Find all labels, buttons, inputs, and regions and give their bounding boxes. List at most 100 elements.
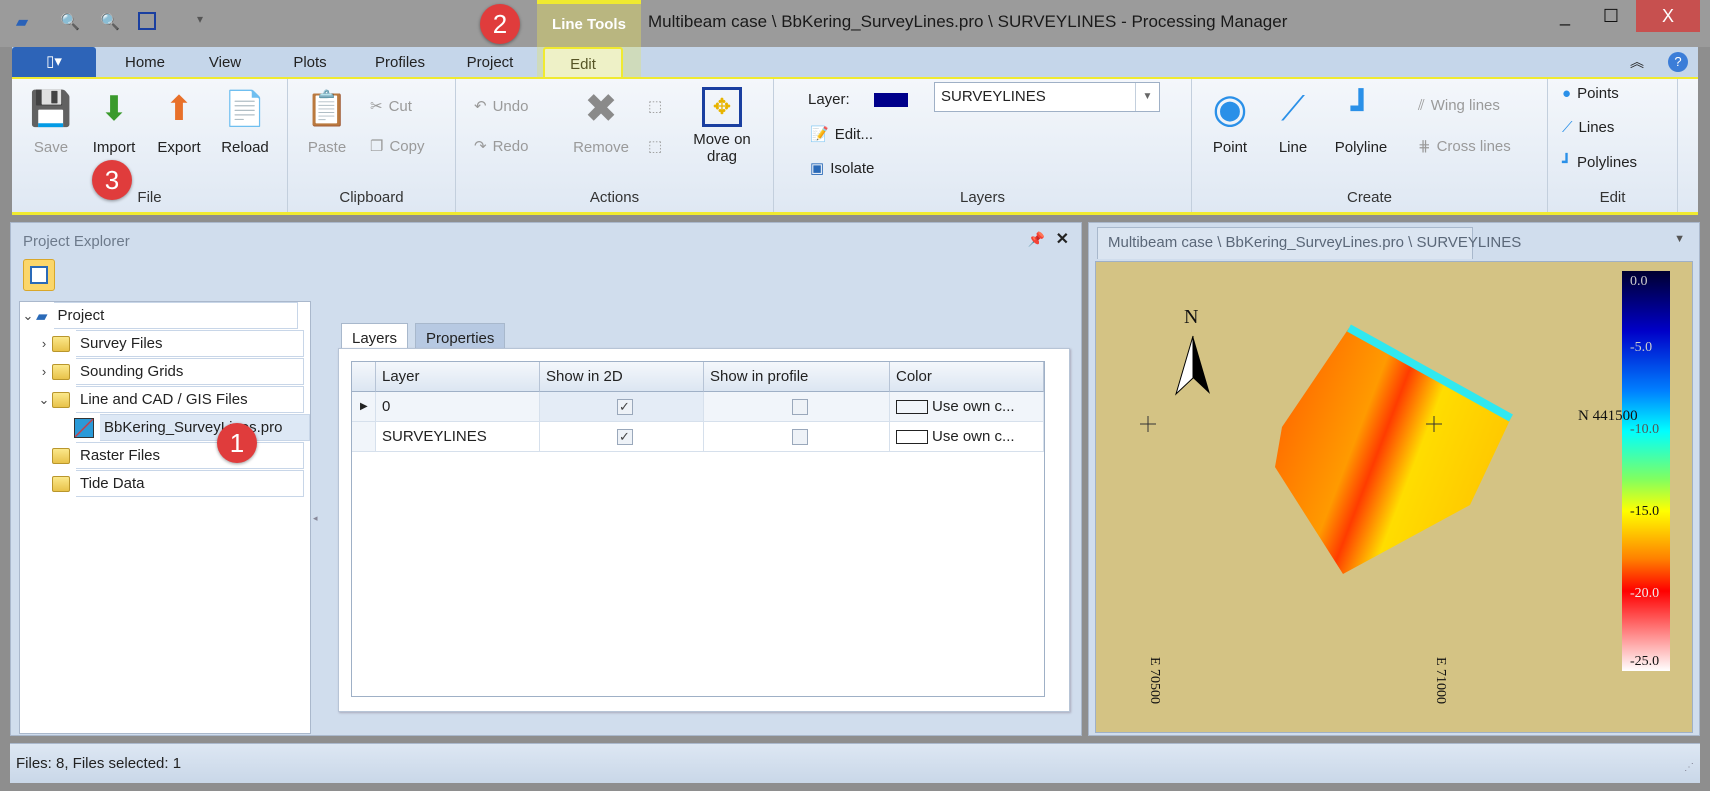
tree-item-sounding-grids[interactable]: › Sounding Grids <box>36 358 304 385</box>
customize-toolbar-icon[interactable]: ▾ <box>190 12 210 32</box>
cell-layer[interactable]: 0 <box>376 392 540 422</box>
minimize-button[interactable]: _ <box>1542 0 1588 32</box>
row-selector-icon[interactable]: ▶ <box>352 392 376 422</box>
edit-lines-button[interactable]: ⟋ Lines <box>1562 119 1614 136</box>
tab-home[interactable]: Home <box>105 47 185 77</box>
move-on-drag-button[interactable]: ✥ Move on drag <box>682 87 762 165</box>
show-2d-checkbox[interactable]: ✓ <box>616 399 633 416</box>
survey-coverage <box>1275 328 1511 574</box>
zoom-extent-icon[interactable] <box>138 12 156 30</box>
cross-lines-button[interactable]: ⋕ Cross lines <box>1418 137 1511 156</box>
chevron-down-icon[interactable]: ▼ <box>1135 83 1159 111</box>
collapse-icon[interactable]: ⌄ <box>36 392 52 408</box>
folder-icon <box>52 447 70 464</box>
reload-button[interactable]: 📄 Reload <box>216 87 274 156</box>
colorbar-tick: -25.0 <box>1630 654 1660 669</box>
show-2d-checkbox[interactable]: ✓ <box>616 429 633 446</box>
document-list-chevron-icon[interactable]: ▼ <box>1674 233 1685 245</box>
redo-icon: ↷ <box>474 138 487 155</box>
map-view[interactable]: N N 441500 E 70500 E 71000 0.0 -5.0 -10.… <box>1095 261 1693 733</box>
isolate-button[interactable]: ▣ Isolate <box>810 159 874 178</box>
expand-icon[interactable]: › <box>36 364 52 379</box>
colorbar-tick: -15.0 <box>1630 504 1660 519</box>
resize-grip-icon[interactable]: ⋰ <box>1684 762 1694 773</box>
pin-icon[interactable]: 📌 <box>1028 231 1045 248</box>
show-profile-checkbox[interactable] <box>791 399 808 416</box>
tree-item-surveylines-file[interactable]: BbKering_SurveyLines.pro <box>74 414 310 441</box>
edit-polylines-button[interactable]: ┛ Polylines <box>1562 153 1637 172</box>
polyline-button[interactable]: ┛ Polyline <box>1326 87 1396 156</box>
layer-color-swatch[interactable] <box>873 92 908 107</box>
context-tab-line-tools: Line Tools <box>537 0 641 47</box>
cut-button[interactable]: ✂ Cut <box>370 97 412 116</box>
paste-button[interactable]: 📋 Paste <box>302 87 352 156</box>
tree-item-survey-files[interactable]: › Survey Files <box>36 330 304 357</box>
map-document-tab[interactable]: Multibeam case \ BbKering_SurveyLines.pr… <box>1097 227 1521 259</box>
tab-project[interactable]: Project <box>450 47 530 77</box>
cell-color[interactable]: Use own c... <box>890 392 1044 422</box>
tree-item-line-cad-gis[interactable]: ⌄ Line and CAD / GIS Files <box>36 386 304 413</box>
tab-profiles[interactable]: Profiles <box>360 47 440 77</box>
annotation-badge-1: 1 <box>217 423 257 463</box>
color-swatch <box>896 400 928 415</box>
application-menu-button[interactable]: ▯▾ <box>12 47 96 77</box>
copy-icon: ❐ <box>370 138 384 155</box>
close-button[interactable]: X <box>1636 0 1700 32</box>
row-selector[interactable] <box>352 422 376 452</box>
cell-layer[interactable]: SURVEYLINES <box>376 422 540 452</box>
group-label-create: Create <box>1346 189 1393 206</box>
line-button[interactable]: ⟋ Line <box>1268 87 1318 157</box>
column-show-profile[interactable]: Show in profile <box>704 362 890 392</box>
wing-lines-button[interactable]: ⫽ Wing lines <box>1418 97 1500 114</box>
show-profile-checkbox[interactable] <box>791 429 808 446</box>
wing-lines-icon: ⫽ <box>1418 97 1425 114</box>
column-show-2d[interactable]: Show in 2D <box>540 362 704 392</box>
line-icon: ⟋ <box>1281 89 1305 128</box>
splitter-handle[interactable]: ◂ <box>313 513 318 524</box>
zoom-out-icon[interactable]: 🔍 <box>100 12 120 32</box>
column-layer[interactable]: Layer <box>376 362 540 392</box>
tab-plots[interactable]: Plots <box>275 47 345 77</box>
redo-button[interactable]: ↷ Redo <box>474 137 528 156</box>
undo-button[interactable]: ↶ Undo <box>474 97 528 116</box>
close-panel-icon[interactable]: ✕ <box>1056 229 1069 249</box>
help-icon[interactable]: ? <box>1668 52 1688 72</box>
tab-view[interactable]: View <box>190 47 260 77</box>
edit-layer-button[interactable]: 📝 Edit... <box>810 125 873 144</box>
collapse-ribbon-icon[interactable]: ︽ <box>1630 52 1644 72</box>
tree-item-raster-files[interactable]: Raster Files <box>52 442 304 469</box>
explorer-view-toggle[interactable] <box>23 259 55 291</box>
folder-icon <box>52 391 70 408</box>
layer-select[interactable]: SURVEYLINES ▼ <box>934 82 1160 112</box>
tree-item-project[interactable]: ⌄ ▰ Project <box>20 302 298 329</box>
reload-icon: 📄 <box>223 90 267 128</box>
group-label-clipboard: Clipboard <box>339 189 404 206</box>
colorbar-tick: -20.0 <box>1630 586 1660 601</box>
edit-points-button[interactable]: ● Points <box>1562 85 1619 102</box>
save-button[interactable]: 💾 Save <box>26 87 76 156</box>
export-button[interactable]: ⬆ Export <box>150 87 208 156</box>
select-icon[interactable]: ⬚ <box>648 97 662 115</box>
point-button[interactable]: ◉ Point <box>1202 87 1258 156</box>
remove-button[interactable]: ✖ Remove <box>568 87 634 156</box>
save-icon: 💾 <box>29 90 73 128</box>
deselect-icon[interactable]: ⬚ <box>648 137 662 155</box>
panel-title: Project Explorer <box>23 233 130 250</box>
import-button[interactable]: ⬇ Import <box>86 87 142 156</box>
zoom-in-icon[interactable]: 🔍 <box>60 12 80 32</box>
cell-color[interactable]: Use own c... <box>890 422 1044 452</box>
cell-show-profile[interactable] <box>704 392 890 422</box>
column-color[interactable]: Color <box>890 362 1044 392</box>
ribbon: 💾 Save ⬇ Import ⬆ Export 📄 Reload File 📋 Past… <box>12 77 1698 215</box>
collapse-icon[interactable]: ⌄ <box>20 308 36 324</box>
project-icon: ▰ <box>36 307 48 325</box>
copy-button[interactable]: ❐ Copy <box>370 137 424 156</box>
group-file: 💾 Save ⬇ Import ⬆ Export 📄 Reload File <box>12 79 288 212</box>
cell-show-2d[interactable]: ✓ <box>540 392 704 422</box>
easting-label-2: E 71000 <box>1433 657 1448 705</box>
maximize-button[interactable]: ☐ <box>1588 0 1634 32</box>
cell-show-profile[interactable] <box>704 422 890 452</box>
tree-item-tide-data[interactable]: Tide Data <box>52 470 304 497</box>
expand-icon[interactable]: › <box>36 336 52 351</box>
cell-show-2d[interactable]: ✓ <box>540 422 704 452</box>
